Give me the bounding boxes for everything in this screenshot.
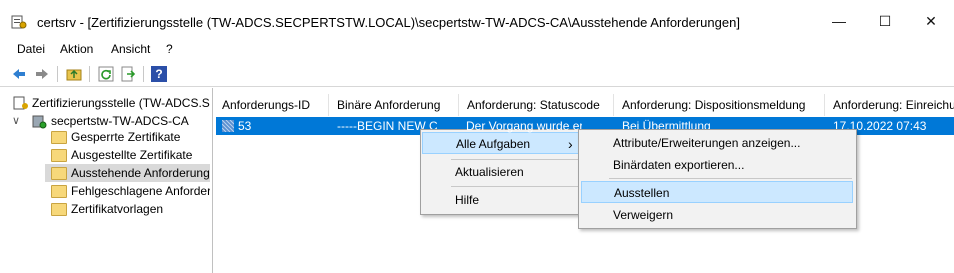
folder-icon: [51, 167, 67, 180]
menu-item-label: Ausstellen: [614, 186, 670, 200]
menu-ansicht[interactable]: Ansicht: [111, 42, 150, 56]
folder-icon: [51, 149, 67, 162]
menu-datei[interactable]: Datei: [17, 42, 45, 56]
certsrv-app-icon: [11, 14, 27, 30]
export-icon[interactable]: [120, 66, 136, 82]
folder-icon: [51, 185, 67, 198]
menu-item-label: Verweigern: [613, 208, 674, 222]
toolbar-separator: [143, 66, 144, 82]
menu-item-verweigern[interactable]: Verweigern: [580, 204, 855, 226]
column-header-disposition[interactable]: Anforderung: Dispositionsmeldung: [614, 94, 825, 116]
cell-id: 53: [238, 119, 252, 133]
menu-item-ausstellen[interactable]: Ausstellen: [581, 181, 853, 203]
close-button[interactable]: ✕: [908, 0, 954, 42]
request-icon: [221, 119, 235, 133]
window-title: certsrv - [Zertifizierungsstelle (TW-ADC…: [37, 15, 740, 30]
cell-status: Der Vorgang wurde erfolgreich beendet.: [466, 119, 582, 133]
tree-item-label: Gesperrte Zertifikate: [71, 130, 181, 144]
expand-chevron-icon[interactable]: ∨: [12, 114, 20, 127]
folder-icon: [51, 131, 67, 144]
tree-item-label: Ausstehende Anforderungen: [71, 166, 210, 180]
submenu: Attribute/Erweiterungen anzeigen... Binä…: [578, 129, 857, 229]
menu-item-label: Hilfe: [455, 193, 480, 207]
toolbar-separator: [89, 66, 90, 82]
menu-item-hilfe[interactable]: Hilfe: [422, 189, 582, 211]
ca-server-icon: [31, 113, 47, 129]
certificate-authority-icon: [13, 95, 29, 111]
menu-item-label: Binärdaten exportieren...: [613, 158, 745, 172]
column-header-binary[interactable]: Binäre Anforderung: [329, 94, 459, 116]
refresh-icon[interactable]: [98, 66, 114, 82]
menu-help[interactable]: ?: [166, 42, 173, 56]
menu-item-label: Attribute/Erweiterungen anzeigen...: [613, 136, 801, 150]
maximize-button[interactable]: ☐: [862, 0, 908, 42]
tree-root-label: Zertifizierungsstelle (TW-ADCS.SECPERTST…: [32, 96, 210, 110]
column-header-status[interactable]: Anforderung: Statuscode: [459, 94, 614, 116]
context-menu: Alle Aufgaben › Aktualisieren Hilfe: [420, 129, 584, 215]
menu-item-label: Alle Aufgaben: [456, 137, 531, 151]
menu-separator: [609, 178, 852, 179]
menu-item-attribute[interactable]: Attribute/Erweiterungen anzeigen...: [580, 132, 855, 154]
chevron-right-icon: ›: [568, 136, 573, 152]
help-icon[interactable]: ?: [151, 66, 167, 82]
minimize-button[interactable]: —: [816, 0, 862, 42]
tree-item-label: Ausgestellte Zertifikate: [71, 148, 193, 162]
menu-item-binaerdaten[interactable]: Binärdaten exportieren...: [580, 154, 855, 176]
tree-item-label: Zertifikatvorlagen: [71, 202, 164, 216]
menu-item-label: Aktualisieren: [455, 165, 524, 179]
menu-aktion[interactable]: Aktion: [60, 42, 93, 56]
column-header-id[interactable]: Anforderungs-ID: [214, 94, 329, 116]
folder-icon: [51, 203, 67, 216]
toolbar-separator: [57, 66, 58, 82]
tree-item-label: Fehlgeschlagene Anforderungen: [71, 184, 210, 198]
menu-item-alle-aufgaben[interactable]: Alle Aufgaben ›: [422, 132, 582, 154]
menu-item-aktualisieren[interactable]: Aktualisieren: [422, 161, 582, 183]
up-folder-icon[interactable]: [66, 66, 82, 82]
menu-separator: [451, 186, 579, 187]
forward-icon[interactable]: [34, 66, 50, 82]
back-icon[interactable]: [11, 66, 27, 82]
tree-ca-label: secpertstw-TW-ADCS-CA: [51, 114, 189, 128]
menu-separator: [451, 159, 579, 160]
column-header-date[interactable]: Anforderung: Einreichungsdatum: [825, 94, 954, 116]
